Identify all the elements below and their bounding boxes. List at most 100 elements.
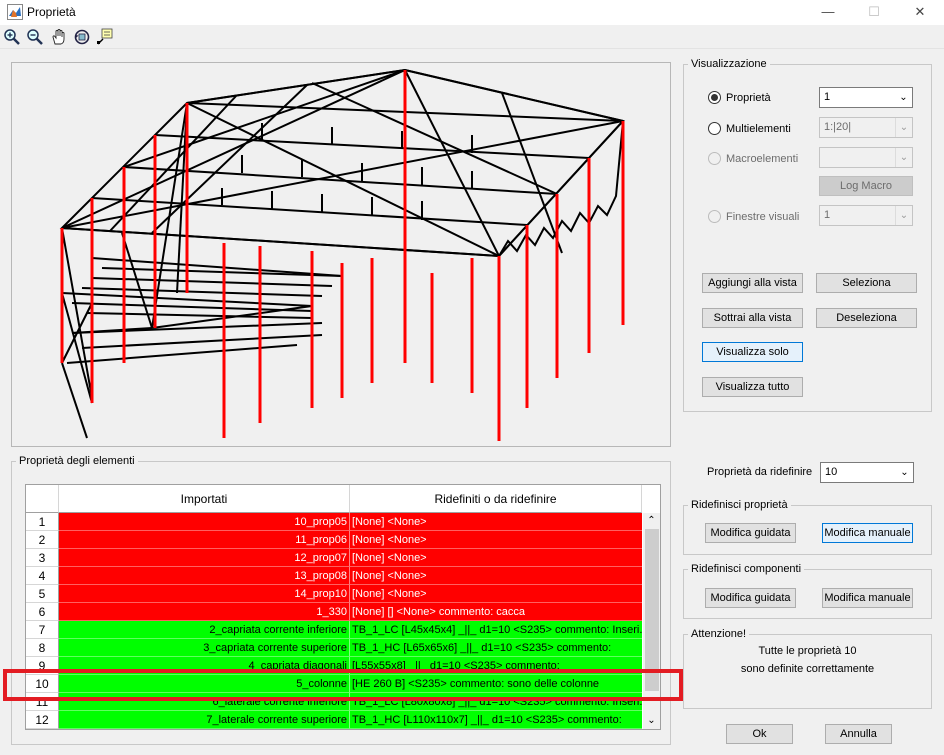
cell-importati[interactable]: 3_capriata corrente superiore xyxy=(59,639,350,657)
visualizzazione-legend: Visualizzazione xyxy=(691,58,767,70)
deseleziona-button[interactable]: Deseleziona xyxy=(816,308,917,328)
column-header-importati[interactable]: Importati xyxy=(59,485,350,513)
log-macro-button: Log Macro xyxy=(819,176,913,196)
sottrai-alla-vista-button[interactable]: Sottrai alla vista xyxy=(702,308,803,328)
seleziona-button[interactable]: Seleziona xyxy=(816,273,917,293)
table-row[interactable]: 5 14_prop10 [None] <None> xyxy=(26,585,642,603)
table-row[interactable]: 7 2_capriata corrente inferiore TB_1_LC … xyxy=(26,621,642,639)
finestre-visuali-select-value: 1 xyxy=(824,209,831,221)
cell-ridefiniti[interactable]: [None] <None> xyxy=(350,513,642,531)
annulla-button[interactable]: Annulla xyxy=(825,724,892,744)
proprieta-ridefinire-value: 10 xyxy=(825,466,838,478)
title-bar: Proprietà — ☐ ✕ xyxy=(0,0,944,25)
cell-ridefiniti[interactable]: TB_1_HC [L110x110x7] _||_ d1=10 <S235> c… xyxy=(350,711,642,729)
radio-macroelementi xyxy=(708,152,721,165)
close-button[interactable]: ✕ xyxy=(897,0,943,25)
cell-importati[interactable]: 12_prop07 xyxy=(59,549,350,567)
cell-importati[interactable]: 14_prop10 xyxy=(59,585,350,603)
toolbar xyxy=(0,25,944,49)
cell-ridefiniti[interactable]: [None] [] <None> commento: cacca xyxy=(350,603,642,621)
zoom-out-icon[interactable] xyxy=(26,28,44,46)
row-number: 8 xyxy=(26,639,59,657)
proprieta-elementi-legend: Proprietà degli elementi xyxy=(19,455,135,467)
data-cursor-icon[interactable] xyxy=(96,28,114,46)
table-row[interactable]: 12 7_laterale corrente superiore TB_1_HC… xyxy=(26,711,642,729)
radio-proprieta-label: Proprietà xyxy=(726,92,771,104)
structure-3d-plot[interactable] xyxy=(11,62,671,447)
chevron-down-icon: ⌄ xyxy=(895,118,912,137)
chevron-down-icon: ⌄ xyxy=(900,467,909,478)
scrollbar-thumb[interactable] xyxy=(645,529,659,691)
finestre-visuali-select: 1 ⌄ xyxy=(819,205,913,226)
cell-importati[interactable]: 1_330 xyxy=(59,603,350,621)
table-row[interactable]: 1 10_prop05 [None] <None> xyxy=(26,513,642,531)
ridefinisci-proprieta-legend: Ridefinisci proprietà xyxy=(691,499,788,511)
radio-multielementi-label: Multielementi xyxy=(726,123,791,135)
visualizza-tutto-button[interactable]: Visualizza tutto xyxy=(702,377,803,397)
maximize-button[interactable]: ☐ xyxy=(851,0,897,25)
attenzione-message-line2: sono definite correttamente xyxy=(740,663,875,675)
row-highlight-annotation xyxy=(3,669,683,701)
cell-importati[interactable]: 10_prop05 xyxy=(59,513,350,531)
ridefinisci-componenti-legend: Ridefinisci componenti xyxy=(691,563,802,575)
chevron-down-icon: ⌄ xyxy=(895,206,912,225)
cell-ridefiniti[interactable]: [None] <None> xyxy=(350,585,642,603)
modifica-manuale-proprieta-button[interactable]: Modifica manuale xyxy=(822,523,913,543)
cell-ridefiniti[interactable]: [None] <None> xyxy=(350,549,642,567)
scroll-down-icon[interactable]: ⌄ xyxy=(643,713,660,729)
chevron-down-icon: ⌄ xyxy=(895,148,912,167)
proprieta-ridefinire-label: Proprietà da ridefinire xyxy=(707,466,813,478)
aggiungi-alla-vista-button[interactable]: Aggiungi alla vista xyxy=(702,273,803,293)
table-row[interactable]: 2 11_prop06 [None] <None> xyxy=(26,531,642,549)
cell-ridefiniti[interactable]: TB_1_LC [L45x45x4] _||_ d1=10 <S235> com… xyxy=(350,621,642,639)
radio-multielementi[interactable] xyxy=(708,122,721,135)
modifica-manuale-componenti-button[interactable]: Modifica manuale xyxy=(822,588,913,608)
column-header-ridefiniti[interactable]: Ridefiniti o da ridefinire xyxy=(350,485,642,513)
multielementi-select: 1:|20| ⌄ xyxy=(819,117,913,138)
cell-importati[interactable]: 7_laterale corrente superiore xyxy=(59,711,350,729)
ok-button[interactable]: Ok xyxy=(726,724,793,744)
chevron-down-icon: ⌄ xyxy=(899,92,908,103)
row-number: 3 xyxy=(26,549,59,567)
radio-finestre-visuali xyxy=(708,210,721,223)
macroelementi-select: ⌄ xyxy=(819,147,913,168)
modifica-guidata-proprieta-button[interactable]: Modifica guidata xyxy=(705,523,796,543)
table-row[interactable]: 6 1_330 [None] [] <None> commento: cacca xyxy=(26,603,642,621)
table-row[interactable]: 8 3_capriata corrente superiore TB_1_HC … xyxy=(26,639,642,657)
rotate-3d-icon[interactable] xyxy=(73,28,91,46)
scroll-up-icon[interactable]: ⌃ xyxy=(643,513,660,529)
matlab-app-icon xyxy=(7,4,23,20)
minimize-button[interactable]: — xyxy=(805,0,851,25)
table-row[interactable]: 3 12_prop07 [None] <None> xyxy=(26,549,642,567)
cell-importati[interactable]: 13_prop08 xyxy=(59,567,350,585)
radio-proprieta[interactable] xyxy=(708,91,721,104)
cell-ridefiniti[interactable]: [None] <None> xyxy=(350,531,642,549)
cell-ridefiniti[interactable]: TB_1_HC [L65x65x6] _||_ d1=10 <S235> com… xyxy=(350,639,642,657)
table-corner-header xyxy=(26,485,59,513)
radio-finestre-visuali-label: Finestre visuali xyxy=(726,211,800,223)
table-row[interactable]: 4 13_prop08 [None] <None> xyxy=(26,567,642,585)
row-number: 5 xyxy=(26,585,59,603)
visualizza-solo-button[interactable]: Visualizza solo xyxy=(702,342,803,362)
modifica-guidata-componenti-button[interactable]: Modifica guidata xyxy=(705,588,796,608)
zoom-in-icon[interactable] xyxy=(3,28,21,46)
cell-importati[interactable]: 2_capriata corrente inferiore xyxy=(59,621,350,639)
proprieta-select[interactable]: 1 ⌄ xyxy=(819,87,913,108)
proprieta-ridefinire-select[interactable]: 10 ⌄ xyxy=(820,462,914,483)
window-title: Proprietà xyxy=(27,5,76,19)
pan-hand-icon[interactable] xyxy=(50,28,68,46)
cell-importati[interactable]: 11_prop06 xyxy=(59,531,350,549)
row-number: 12 xyxy=(26,711,59,729)
steel-frame-3d-view xyxy=(59,68,625,441)
proprieta-select-value: 1 xyxy=(824,91,831,103)
attenzione-message-line1: Tutte le proprietà 10 xyxy=(758,645,857,657)
cell-ridefiniti[interactable]: [None] <None> xyxy=(350,567,642,585)
row-number: 6 xyxy=(26,603,59,621)
row-number: 7 xyxy=(26,621,59,639)
multielementi-select-value: 1:|20| xyxy=(824,121,852,133)
row-number: 4 xyxy=(26,567,59,585)
row-number: 1 xyxy=(26,513,59,531)
row-number: 2 xyxy=(26,531,59,549)
radio-macroelementi-label: Macroelementi xyxy=(726,153,799,165)
attenzione-legend: Attenzione! xyxy=(691,628,747,640)
